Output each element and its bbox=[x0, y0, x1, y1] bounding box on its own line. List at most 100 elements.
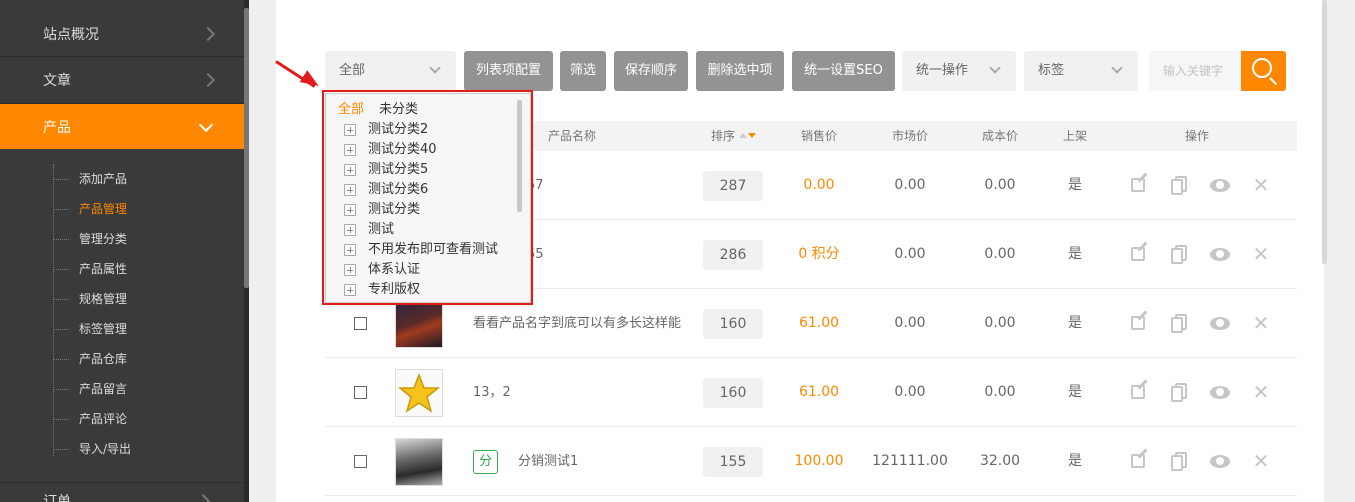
market-price: 0.00 bbox=[894, 315, 926, 331]
sale-price: 61.00 bbox=[798, 315, 840, 331]
save-order-button[interactable]: 保存顺序 bbox=[614, 51, 688, 91]
sidebar: 站点概况 文章 产品 添加产品 产品管理 管理分类 产品属性 规格管理 标签管理… bbox=[0, 0, 249, 502]
submenu-tag-management[interactable]: 标签管理 bbox=[0, 314, 249, 344]
order-input[interactable]: 155 bbox=[703, 447, 763, 477]
submenu-spec-management[interactable]: 规格管理 bbox=[0, 284, 249, 314]
header-order-label: 排序 bbox=[711, 129, 736, 143]
delete-selected-button[interactable]: 删除选中项 bbox=[696, 51, 784, 91]
chevron-down-icon bbox=[1111, 62, 1123, 74]
edit-icon[interactable] bbox=[1129, 241, 1149, 264]
sidebar-item-products[interactable]: 产品 bbox=[0, 104, 249, 149]
row-actions: ✕ bbox=[1129, 241, 1271, 266]
delete-icon[interactable]: ✕ bbox=[1251, 451, 1271, 471]
market-price: 0.00 bbox=[894, 177, 926, 193]
delete-icon[interactable]: ✕ bbox=[1251, 382, 1271, 402]
sidebar-scrollbar[interactable] bbox=[244, 0, 249, 502]
edit-icon[interactable] bbox=[1129, 448, 1149, 471]
header-order[interactable]: 排序 bbox=[711, 121, 757, 151]
sort-icon[interactable] bbox=[739, 130, 757, 140]
sale-price: 0.00 bbox=[803, 177, 835, 193]
submenu-manage-categories[interactable]: 管理分类 bbox=[0, 224, 249, 254]
on-shelf: 是 bbox=[1068, 384, 1082, 400]
submenu-product-attributes[interactable]: 产品属性 bbox=[0, 254, 249, 284]
submenu-import-export[interactable]: 导入/导出 bbox=[0, 434, 249, 464]
preview-icon[interactable] bbox=[1210, 382, 1230, 402]
row-checkbox[interactable] bbox=[354, 386, 367, 399]
preview-icon[interactable] bbox=[1210, 451, 1230, 471]
order-input[interactable]: 287 bbox=[703, 171, 763, 201]
header-market-price: 市场价 bbox=[892, 129, 929, 143]
row-checkbox[interactable] bbox=[354, 455, 367, 468]
bulk-action-select[interactable]: 统一操作 bbox=[902, 51, 1016, 91]
submenu-add-product[interactable]: 添加产品 bbox=[0, 164, 249, 194]
tag-select[interactable]: 标签 bbox=[1024, 51, 1138, 91]
search-button[interactable] bbox=[1241, 51, 1286, 91]
search-input[interactable]: 输入关键字 bbox=[1149, 51, 1241, 91]
on-shelf: 是 bbox=[1068, 453, 1082, 469]
market-price: 121111.00 bbox=[872, 453, 948, 469]
edit-icon[interactable] bbox=[1129, 172, 1149, 195]
row-actions: ✕ bbox=[1129, 310, 1271, 335]
bulk-seo-button[interactable]: 统一设置SEO bbox=[792, 51, 895, 91]
preview-icon[interactable] bbox=[1210, 313, 1230, 333]
submenu-warehouse[interactable]: 产品仓库 bbox=[0, 344, 249, 374]
preview-icon[interactable] bbox=[1210, 175, 1230, 195]
header-cost-price: 成本价 bbox=[982, 129, 1019, 143]
category-select[interactable]: 全部 bbox=[325, 51, 456, 91]
sidebar-item-label: 订单 bbox=[43, 494, 71, 502]
header-actions: 操作 bbox=[1185, 129, 1210, 143]
order-input[interactable]: 160 bbox=[703, 309, 763, 339]
row-actions: ✕ bbox=[1129, 379, 1271, 404]
submenu-messages[interactable]: 产品留言 bbox=[0, 374, 249, 404]
sidebar-item-label: 产品 bbox=[43, 119, 71, 136]
market-price: 0.00 bbox=[894, 384, 926, 400]
chevron-right-icon bbox=[200, 26, 216, 42]
order-input[interactable]: 160 bbox=[703, 378, 763, 408]
chevron-down-icon bbox=[198, 117, 214, 133]
cost-price: 0.00 bbox=[984, 384, 1016, 400]
sidebar-item-articles[interactable]: 文章 bbox=[0, 57, 249, 104]
submenu-product-management[interactable]: 产品管理 bbox=[0, 194, 249, 224]
cost-price: 0.00 bbox=[984, 177, 1016, 193]
filter-button[interactable]: 筛选 bbox=[560, 51, 606, 91]
main-scrollbar[interactable] bbox=[1322, 0, 1327, 264]
delete-icon[interactable]: ✕ bbox=[1251, 175, 1271, 195]
sale-price: 0 积分 bbox=[798, 246, 840, 262]
chevron-right-icon bbox=[195, 493, 211, 502]
star-image bbox=[397, 372, 441, 413]
product-name[interactable]: 13，2 bbox=[473, 358, 511, 427]
row-checkbox[interactable] bbox=[354, 317, 367, 330]
product-thumbnail[interactable] bbox=[395, 369, 443, 417]
product-thumbnail[interactable] bbox=[395, 438, 443, 486]
order-input[interactable]: 286 bbox=[703, 240, 763, 270]
submenu-reviews[interactable]: 产品评论 bbox=[0, 404, 249, 434]
header-sale-price: 销售价 bbox=[801, 129, 838, 143]
copy-icon[interactable] bbox=[1170, 382, 1190, 402]
sidebar-item-overview[interactable]: 站点概况 bbox=[0, 0, 249, 57]
table-row: 13，2 160 61.00 0.00 0.00 是 ✕ bbox=[325, 358, 1297, 427]
product-thumbnail[interactable] bbox=[395, 300, 443, 348]
cost-price: 0.00 bbox=[984, 315, 1016, 331]
copy-icon[interactable] bbox=[1170, 451, 1190, 471]
copy-icon[interactable] bbox=[1170, 175, 1190, 195]
delete-icon[interactable]: ✕ bbox=[1251, 313, 1271, 333]
header-name: 产品名称 bbox=[548, 129, 597, 143]
edit-icon[interactable] bbox=[1129, 379, 1149, 402]
copy-icon[interactable] bbox=[1170, 244, 1190, 264]
tag-select-value: 标签 bbox=[1038, 63, 1065, 78]
on-shelf: 是 bbox=[1068, 177, 1082, 193]
delete-icon[interactable]: ✕ bbox=[1251, 244, 1271, 264]
sidebar-item-label: 站点概况 bbox=[43, 27, 99, 43]
sidebar-item-label: 文章 bbox=[43, 73, 71, 89]
chevron-right-icon bbox=[200, 72, 216, 88]
product-name[interactable]: 分销测试1 bbox=[518, 427, 578, 496]
chevron-down-icon bbox=[989, 62, 1001, 74]
sidebar-item-orders[interactable]: 订单 bbox=[0, 482, 244, 502]
chevron-down-icon bbox=[429, 62, 441, 74]
edit-icon[interactable] bbox=[1129, 310, 1149, 333]
preview-icon[interactable] bbox=[1210, 244, 1230, 264]
table-row: 分 分销测试1 155 100.00 121111.00 32.00 是 ✕ bbox=[325, 427, 1297, 496]
column-config-button[interactable]: 列表项配置 bbox=[464, 51, 553, 91]
market-price: 0.00 bbox=[894, 246, 926, 262]
copy-icon[interactable] bbox=[1170, 313, 1190, 333]
